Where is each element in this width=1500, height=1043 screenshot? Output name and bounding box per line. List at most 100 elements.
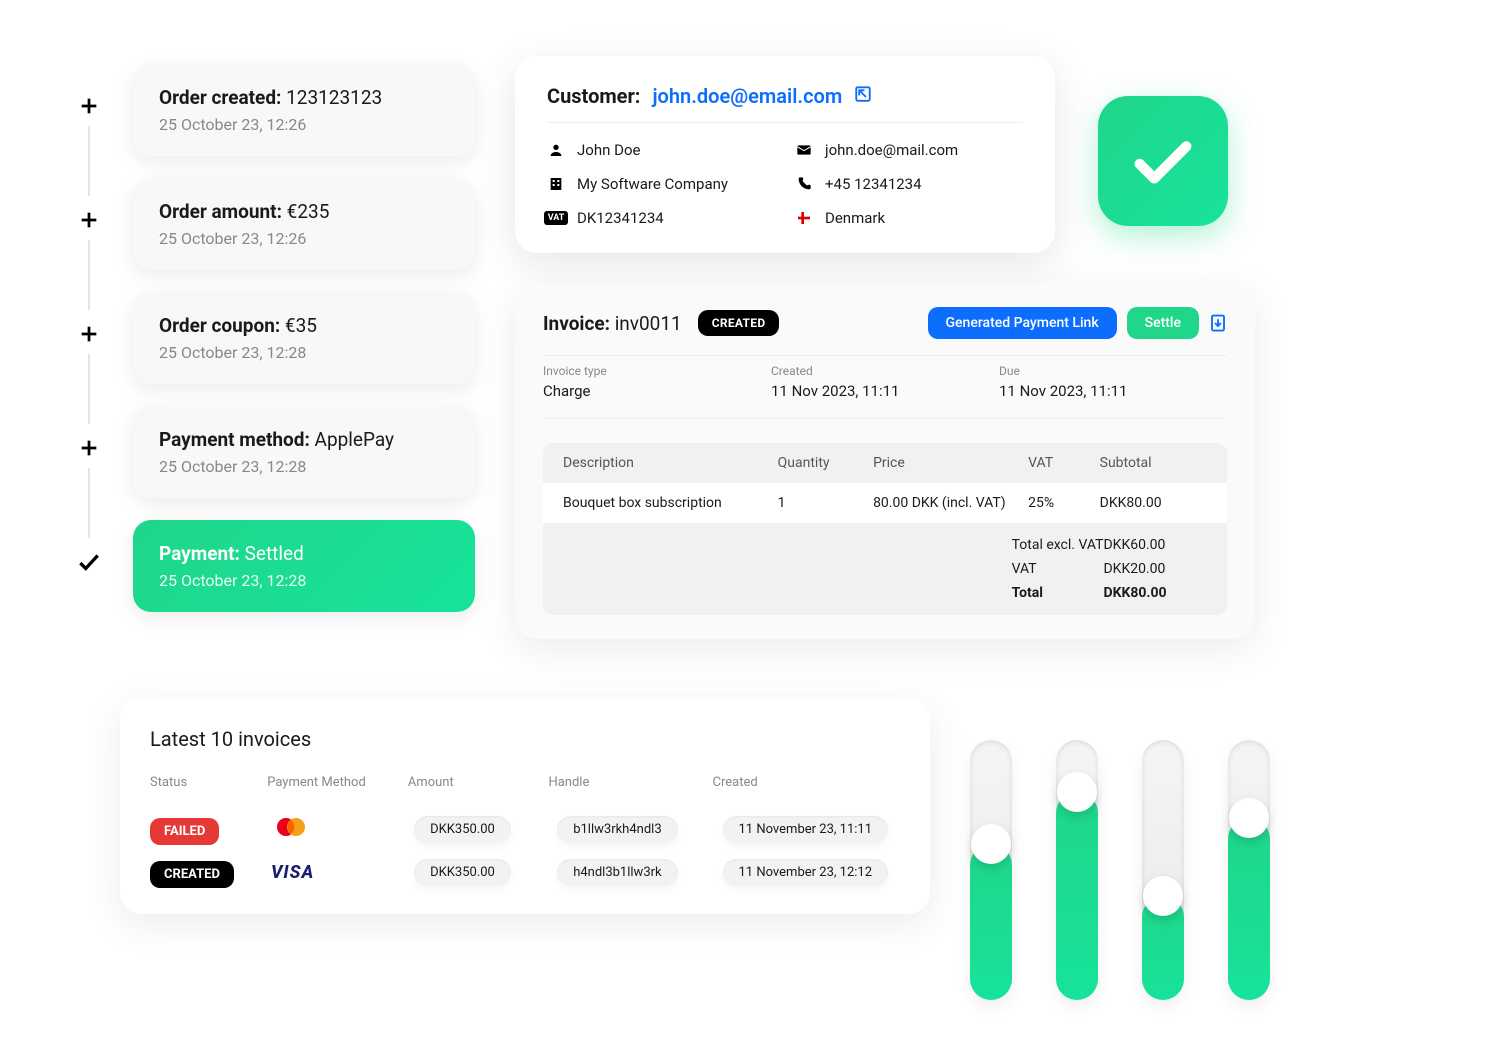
timeline-value: €235 bbox=[287, 200, 330, 223]
customer-email-link[interactable]: john.doe@email.com bbox=[652, 84, 842, 108]
mail-icon bbox=[795, 141, 813, 159]
timeline-date: 25 October 23, 12:28 bbox=[159, 457, 449, 476]
meta-value-due: 11 Nov 2023, 11:11 bbox=[999, 382, 1227, 400]
vat-icon: VAT bbox=[547, 209, 565, 227]
plus-icon bbox=[75, 206, 103, 234]
invoice-title: Invoice: inv0011 bbox=[543, 312, 682, 335]
cell-description: Bouquet box subscription bbox=[563, 495, 778, 511]
table-row[interactable]: FAILED DKK350.00 b1llw3rkh4ndl3 11 Novem… bbox=[150, 807, 900, 851]
status-badge: CREATED bbox=[150, 861, 234, 888]
customer-heading: Customer: bbox=[547, 84, 640, 108]
status-badge: FAILED bbox=[150, 818, 219, 845]
customer-vat: DK12341234 bbox=[577, 209, 664, 227]
timeline-date: 25 October 23, 12:28 bbox=[159, 571, 449, 590]
success-tile bbox=[1098, 96, 1228, 226]
settle-button[interactable]: Settle bbox=[1127, 307, 1199, 339]
building-icon bbox=[547, 175, 565, 193]
plus-icon bbox=[75, 92, 103, 120]
checkmark-icon bbox=[1128, 126, 1198, 196]
total-label: Total bbox=[1012, 585, 1104, 601]
col-method: Payment Method bbox=[267, 775, 408, 790]
col-vat: VAT bbox=[1028, 455, 1100, 471]
meta-value-type: Charge bbox=[543, 382, 771, 400]
cell-vat: 25% bbox=[1028, 495, 1100, 511]
timeline-label: Order amount: bbox=[159, 200, 282, 223]
timeline-value: €35 bbox=[285, 314, 317, 337]
created-pill: 11 November 23, 12:12 bbox=[723, 859, 889, 886]
total-excl-value: DKK60.00 bbox=[1103, 537, 1207, 553]
cell-quantity: 1 bbox=[778, 495, 873, 511]
customer-email: john.doe@mail.com bbox=[825, 141, 958, 159]
timeline-value: ApplePay bbox=[315, 428, 395, 451]
latest-invoices-title: Latest 10 invoices bbox=[150, 727, 900, 751]
timeline-card-order-coupon[interactable]: Order coupon: €35 25 October 23, 12:28 bbox=[133, 292, 475, 384]
timeline: Order created: 123123123 25 October 23, … bbox=[75, 64, 475, 634]
timeline-connector bbox=[88, 126, 90, 196]
timeline-connector bbox=[88, 240, 90, 310]
customer-country: Denmark bbox=[825, 209, 885, 227]
sliders-group bbox=[970, 710, 1270, 1000]
timeline-value: Settled bbox=[245, 542, 304, 565]
timeline-label: Payment method: bbox=[159, 428, 310, 451]
customer-company: My Software Company bbox=[577, 175, 728, 193]
flag-dk-icon bbox=[795, 209, 813, 227]
person-icon bbox=[547, 141, 565, 159]
handle-pill: b1llw3rkh4ndl3 bbox=[557, 816, 677, 843]
check-icon bbox=[75, 548, 103, 576]
timeline-connector bbox=[88, 468, 90, 538]
slider[interactable] bbox=[1142, 740, 1184, 1000]
invoice-line-items-table: Description Quantity Price VAT Subtotal … bbox=[543, 443, 1227, 615]
amount-pill: DKK350.00 bbox=[414, 859, 511, 886]
customer-name: John Doe bbox=[577, 141, 640, 159]
meta-value-created: 11 Nov 2023, 11:11 bbox=[771, 382, 999, 400]
slider[interactable] bbox=[970, 740, 1012, 1000]
total-vat-value: DKK20.00 bbox=[1103, 561, 1207, 577]
cell-price: 80.00 DKK (incl. VAT) bbox=[873, 495, 1028, 511]
table-row[interactable]: CREATED VISA DKK350.00 h4ndl3b1llw3rk 11… bbox=[150, 851, 900, 894]
meta-label-type: Invoice type bbox=[543, 364, 771, 378]
table-row: Bouquet box subscription 1 80.00 DKK (in… bbox=[543, 483, 1227, 523]
visa-icon: VISA bbox=[271, 862, 314, 883]
plus-icon bbox=[75, 320, 103, 348]
handle-pill: h4ndl3b1llw3rk bbox=[557, 859, 677, 886]
slider-knob[interactable] bbox=[1229, 798, 1269, 838]
slider-knob[interactable] bbox=[1143, 876, 1183, 916]
col-subtotal: Subtotal bbox=[1100, 455, 1207, 471]
cell-subtotal: DKK80.00 bbox=[1100, 495, 1207, 511]
timeline-label: Order created: bbox=[159, 86, 281, 109]
download-icon[interactable] bbox=[1209, 314, 1227, 332]
col-description: Description bbox=[563, 455, 778, 471]
meta-label-created: Created bbox=[771, 364, 999, 378]
timeline-value: 123123123 bbox=[286, 86, 382, 109]
timeline-date: 25 October 23, 12:26 bbox=[159, 115, 449, 134]
invoice-card: Invoice: inv0011 CREATED Generated Payme… bbox=[515, 283, 1255, 639]
timeline-date: 25 October 23, 12:28 bbox=[159, 343, 449, 362]
customer-phone: +45 12341234 bbox=[825, 175, 922, 193]
timeline-card-order-created[interactable]: Order created: 123123123 25 October 23, … bbox=[133, 64, 475, 156]
generate-payment-link-button[interactable]: Generated Payment Link bbox=[928, 307, 1117, 339]
latest-invoices-card: Latest 10 invoices Status Payment Method… bbox=[120, 697, 930, 914]
col-amount: Amount bbox=[408, 775, 549, 790]
timeline-card-order-amount[interactable]: Order amount: €235 25 October 23, 12:26 bbox=[133, 178, 475, 270]
slider-knob[interactable] bbox=[971, 824, 1011, 864]
col-handle: Handle bbox=[548, 775, 712, 790]
slider[interactable] bbox=[1056, 740, 1098, 1000]
slider[interactable] bbox=[1228, 740, 1270, 1000]
plus-icon bbox=[75, 434, 103, 462]
created-pill: 11 November 23, 11:11 bbox=[723, 816, 889, 843]
timeline-card-payment-method[interactable]: Payment method: ApplePay 25 October 23, … bbox=[133, 406, 475, 498]
mastercard-icon bbox=[271, 815, 404, 843]
amount-pill: DKK350.00 bbox=[414, 816, 511, 843]
timeline-connector bbox=[88, 354, 90, 424]
total-vat-label: VAT bbox=[1012, 561, 1104, 577]
meta-label-due: Due bbox=[999, 364, 1227, 378]
total-excl-label: Total excl. VAT bbox=[1012, 537, 1104, 553]
external-link-icon[interactable] bbox=[854, 85, 872, 107]
invoice-status-badge: CREATED bbox=[698, 310, 780, 336]
slider-knob[interactable] bbox=[1057, 772, 1097, 812]
total-value: DKK80.00 bbox=[1103, 585, 1207, 601]
col-quantity: Quantity bbox=[778, 455, 873, 471]
timeline-card-payment-settled[interactable]: Payment: Settled 25 October 23, 12:28 bbox=[133, 520, 475, 612]
phone-icon bbox=[795, 175, 813, 193]
timeline-label: Payment: bbox=[159, 542, 240, 565]
